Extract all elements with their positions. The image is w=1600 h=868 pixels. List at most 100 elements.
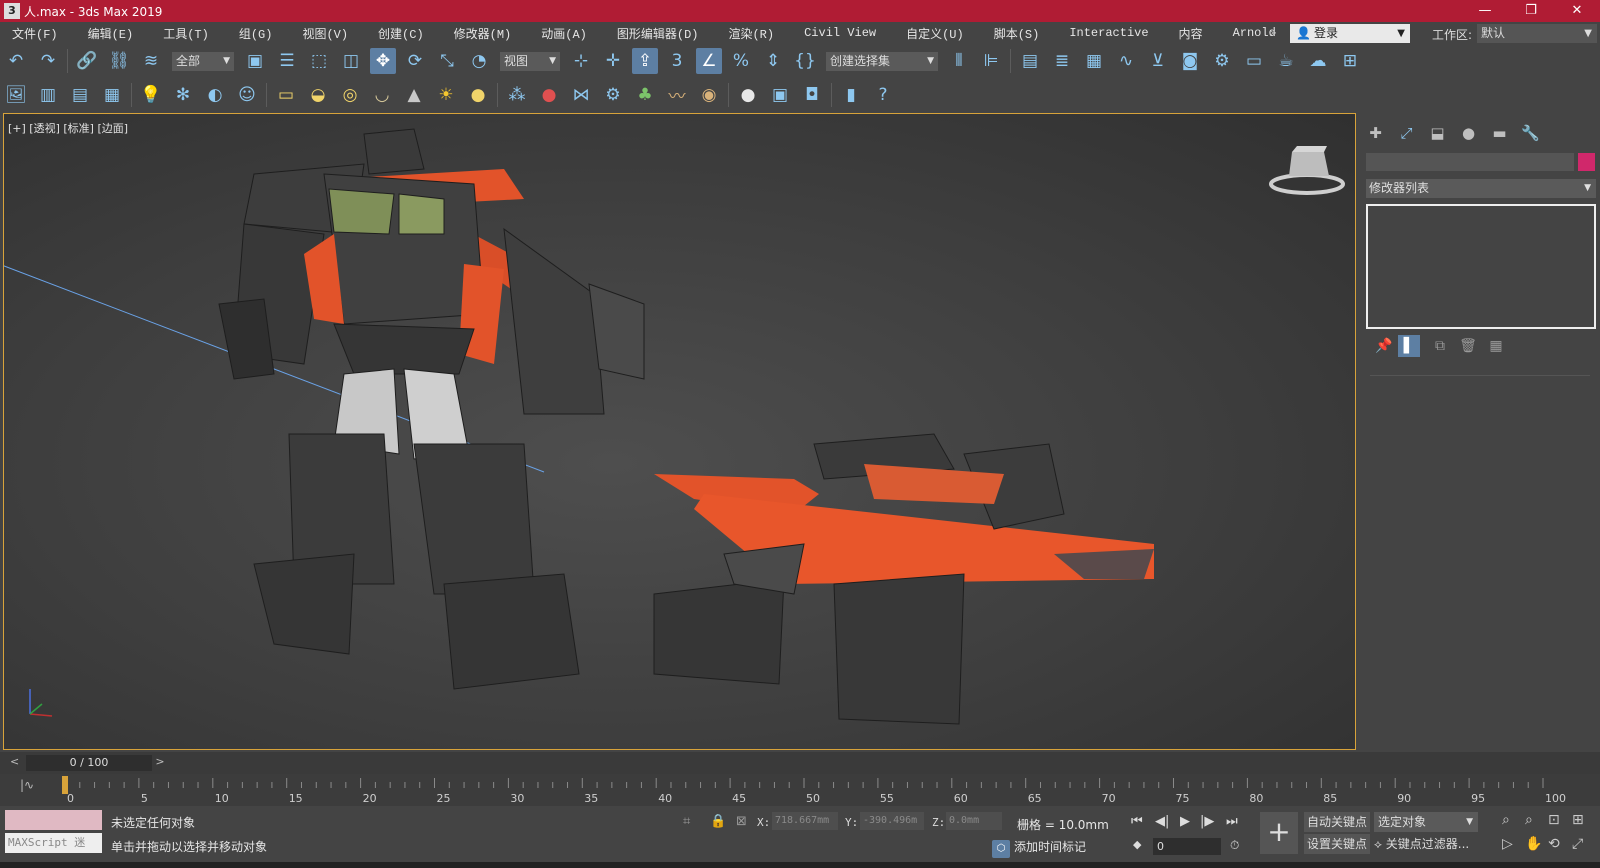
edit-named-selection-icon[interactable]: {}	[792, 48, 818, 74]
set-key-big-button[interactable]: +	[1260, 812, 1298, 854]
current-frame-field[interactable]: 0	[1153, 838, 1221, 855]
menu-tools[interactable]: 工具(T)	[151, 25, 209, 42]
menu-create[interactable]: 创建(C)	[366, 25, 424, 42]
curve-editor-icon[interactable]: ∿	[1113, 48, 1139, 74]
selection-filter-select[interactable]: 全部 ▼	[172, 51, 234, 71]
add-time-tag-button[interactable]: ⬡ 添加时间标记	[992, 838, 1086, 858]
time-configuration-icon[interactable]: ⏱	[1230, 838, 1239, 853]
zoom-extents-all-icon[interactable]: ⊞	[1572, 812, 1584, 828]
toggle-ribbon-icon[interactable]: ▦	[1081, 48, 1107, 74]
z-coordinate-field[interactable]: 0.0mm	[946, 812, 1002, 830]
render-online-icon[interactable]: ☁	[1305, 48, 1331, 74]
material-sphere-icon[interactable]: ●	[735, 82, 761, 108]
light-bulb-icon[interactable]: 💡	[138, 82, 164, 108]
hierarchy-tab-icon[interactable]: ⬓	[1422, 121, 1453, 145]
lock-icon[interactable]: 🔒	[710, 814, 726, 829]
absolute-mode-icon[interactable]: ⊠	[736, 814, 747, 829]
auto-key-button[interactable]: 自动关键点	[1304, 812, 1370, 832]
pivot-center-icon[interactable]: ⊹	[568, 48, 594, 74]
play-icon[interactable]: ▶	[1180, 814, 1190, 829]
workspace-select[interactable]: 默认 ▼	[1477, 24, 1597, 43]
rendered-frame-window-icon[interactable]: ▭	[1241, 48, 1267, 74]
spinner-snap-icon[interactable]: ⇕	[760, 48, 786, 74]
menu-content[interactable]: 内容	[1167, 25, 1203, 42]
layer-explorer-icon[interactable]: ≣	[1049, 48, 1075, 74]
menu-file[interactable]: 文件(F)	[0, 25, 58, 42]
menu-civil-view[interactable]: Civil View	[792, 26, 876, 40]
rectangular-selection-icon[interactable]: ⬚	[306, 48, 332, 74]
set-key-button[interactable]: 设置关键点	[1304, 834, 1370, 854]
mirror-icon[interactable]: ⫴	[946, 48, 972, 74]
license-icon[interactable]: ▮	[838, 82, 864, 108]
show-end-result-icon[interactable]: ▌	[1398, 335, 1420, 357]
robot-head-icon[interactable]: ☺	[234, 82, 260, 108]
schematic-view-icon[interactable]: ⊻	[1145, 48, 1171, 74]
keyboard-shortcut-override-icon[interactable]: ⇪	[632, 48, 658, 74]
render-frame-icon[interactable]: ▥	[35, 82, 61, 108]
help-icon[interactable]: ?	[870, 82, 896, 108]
zoom-extents-icon[interactable]: ⊡	[1548, 812, 1560, 828]
jet-model[interactable]	[653, 433, 1154, 725]
close-button[interactable]: ✕	[1554, 0, 1600, 22]
select-manipulate-icon[interactable]: ✛	[600, 48, 626, 74]
field-of-view-icon[interactable]: ▷	[1502, 836, 1513, 852]
robot-model[interactable]	[218, 128, 645, 690]
grass-icon[interactable]: ♣	[632, 82, 658, 108]
angle-snap-icon[interactable]: ∠	[696, 48, 722, 74]
menu-animation[interactable]: 动画(A)	[529, 25, 587, 42]
batch-list-icon[interactable]: ▤	[67, 82, 93, 108]
motion-tab-icon[interactable]: ●	[1453, 121, 1484, 145]
previous-frame-icon[interactable]: ◀|	[1155, 814, 1169, 829]
menu-views[interactable]: 视图(V)	[290, 25, 348, 42]
y-coordinate-field[interactable]: -390.496m	[860, 812, 924, 830]
select-and-rotate-icon[interactable]: ⟳	[402, 48, 428, 74]
rendered-image-icon[interactable]: 🖼	[3, 82, 29, 108]
time-slider-handle[interactable]: 0 / 100	[26, 755, 152, 771]
next-frame-icon[interactable]: |▶	[1200, 814, 1214, 829]
go-to-start-icon[interactable]: ⏮	[1131, 814, 1143, 829]
particle-icon[interactable]: ✻	[170, 82, 196, 108]
material-editor-icon[interactable]: ◙	[1177, 48, 1203, 74]
menu-edit[interactable]: 编辑(E)	[76, 25, 134, 42]
object-color-swatch[interactable]	[1578, 153, 1595, 171]
menu-group[interactable]: 组(G)	[227, 25, 273, 42]
time-prev-button[interactable]: <	[10, 755, 24, 771]
undo-icon[interactable]: ↶	[3, 48, 29, 74]
menu-rendering[interactable]: 渲染(R)	[716, 25, 774, 42]
select-and-place-icon[interactable]: ◔	[466, 48, 492, 74]
named-selection-select[interactable]: 创建选择集 ▼	[826, 51, 938, 71]
x-coordinate-field[interactable]: 718.667mm	[772, 812, 838, 830]
percent-snap-icon[interactable]: %	[728, 48, 754, 74]
window-crossing-icon[interactable]: ◫	[338, 48, 364, 74]
dome-light-icon[interactable]: ◒	[305, 82, 331, 108]
bind-space-warp-icon[interactable]: ≋	[138, 48, 164, 74]
volume-icon[interactable]: ⋈	[568, 82, 594, 108]
object-name-field[interactable]	[1366, 153, 1574, 171]
menu-arnold[interactable]: Arnold	[1221, 26, 1276, 40]
app-icon[interactable]: 3	[4, 3, 20, 19]
area-light-icon[interactable]: ▭	[273, 82, 299, 108]
perspective-viewport[interactable]: [+] [透视] [标准] [边面]	[3, 113, 1356, 750]
pan-view-icon[interactable]: ✋	[1525, 836, 1542, 852]
sun-icon[interactable]: ☀	[433, 82, 459, 108]
viewport-label[interactable]: [+] [透视] [标准] [边面]	[8, 120, 128, 136]
render-setup-icon[interactable]: ⚙	[1209, 48, 1235, 74]
modifier-stack[interactable]	[1366, 204, 1596, 329]
restore-button[interactable]: ❐	[1508, 0, 1554, 22]
link-icon[interactable]: 🔗	[74, 48, 100, 74]
point-light-icon[interactable]: ●	[465, 82, 491, 108]
utilities-tab-icon[interactable]: 🔧	[1515, 121, 1546, 145]
key-mode-icon[interactable]: ◆	[1133, 838, 1141, 851]
ambient-occlusion-icon[interactable]: ◐	[202, 82, 228, 108]
gear-icon[interactable]: ⚙	[600, 82, 626, 108]
texture-icon[interactable]: ▣	[767, 82, 793, 108]
maximize-viewport-icon[interactable]: ⤢	[1572, 836, 1583, 852]
sphere-light-icon[interactable]: ◎	[337, 82, 363, 108]
menu-interactive[interactable]: Interactive	[1057, 26, 1148, 40]
scene-explorer-icon[interactable]: ▤	[1017, 48, 1043, 74]
osl-icon[interactable]: ◉	[696, 82, 722, 108]
select-by-name-icon[interactable]: ☰	[274, 48, 300, 74]
bowl-icon[interactable]: ◡	[369, 82, 395, 108]
menu-customize[interactable]: 自定义(U)	[894, 25, 964, 42]
display-tab-icon[interactable]: ▬	[1484, 121, 1515, 145]
